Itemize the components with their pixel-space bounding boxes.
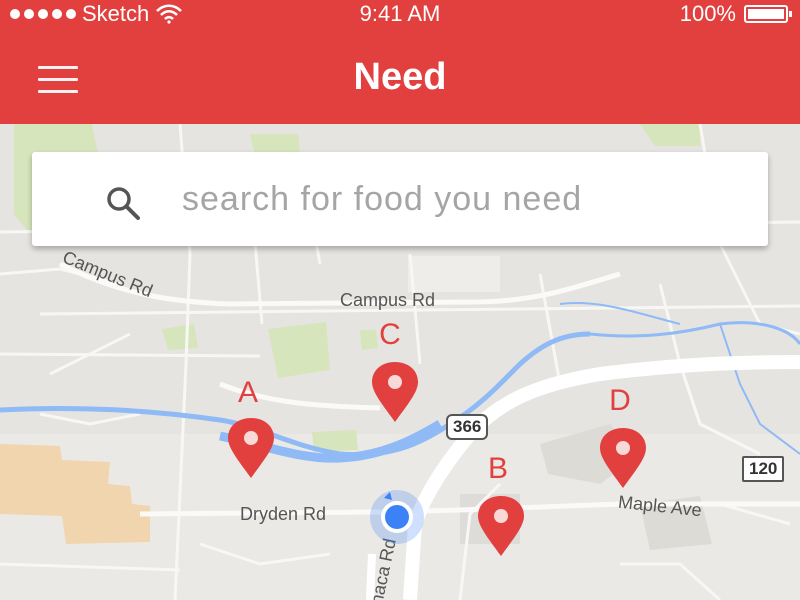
road-label-dryden-rd: Dryden Rd [240, 504, 327, 524]
battery-percent: 100% [679, 1, 736, 26]
road-label-campus-rd: Campus Rd [340, 290, 436, 310]
map-pin-icon [600, 428, 646, 488]
search-input[interactable] [182, 174, 742, 224]
header-bar: Need [0, 28, 800, 124]
route-shield-120: 120 [742, 456, 785, 482]
route-shield-366: 366 [446, 414, 489, 440]
map-pin-icon [478, 496, 524, 556]
pin-a-label: A [237, 376, 258, 409]
map-pin-icon [228, 418, 274, 478]
pin-c[interactable] [370, 360, 420, 424]
pin-c-label: C [379, 318, 401, 351]
pin-b-label: B [487, 452, 508, 485]
current-location-marker[interactable] [368, 488, 426, 546]
search-icon[interactable] [102, 182, 146, 226]
battery-icon [744, 5, 792, 23]
map-pin-icon [372, 362, 418, 422]
status-bar: Sketch 9:41 AM 100% [0, 0, 800, 28]
location-dot-icon [370, 490, 424, 544]
pin-b[interactable] [476, 494, 526, 558]
pin-d[interactable] [598, 426, 648, 490]
page-title: Need [353, 56, 447, 98]
pin-d-label: D [609, 384, 631, 417]
pin-a[interactable] [226, 416, 276, 480]
search-bar[interactable] [32, 152, 768, 246]
